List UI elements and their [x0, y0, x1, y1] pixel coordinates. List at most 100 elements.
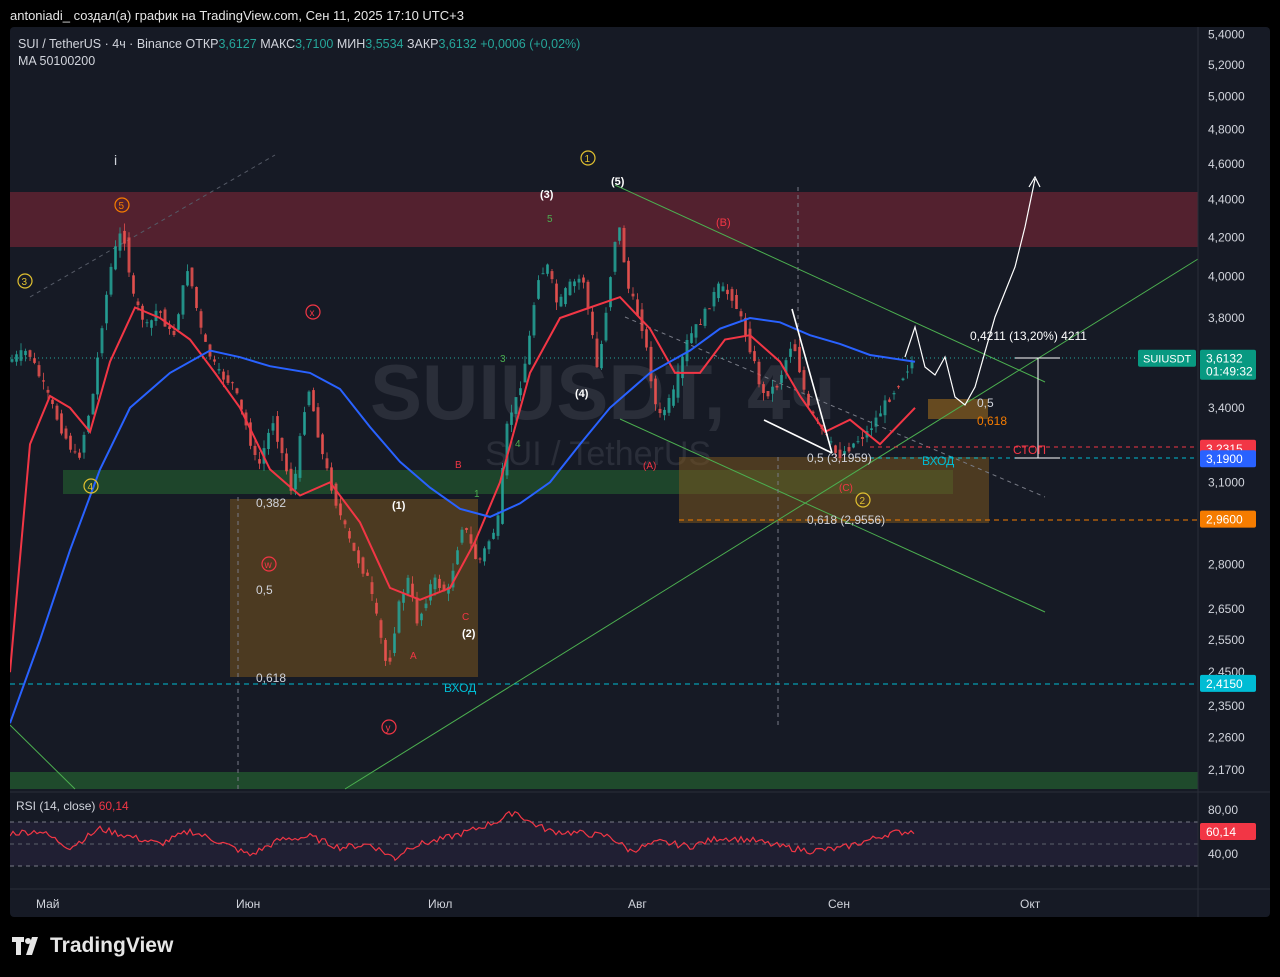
candle-body — [861, 437, 864, 439]
legend-change: +0,0006 (+0,02%) — [480, 37, 581, 51]
label-i: i — [114, 152, 117, 168]
price-axis[interactable]: 5,4000 5,2000 5,0000 4,8000 4,6000 4,4000 4,20… — [1208, 27, 1245, 777]
candle-body — [586, 281, 590, 309]
candle-body — [199, 311, 203, 328]
candle-body — [780, 375, 783, 383]
candle-body — [474, 544, 477, 559]
price-tick: 2,8000 — [1208, 558, 1245, 572]
candle-body — [460, 529, 464, 543]
legend-low: 3,5534 — [365, 37, 404, 51]
candle-body — [883, 400, 887, 416]
candle-body — [672, 389, 675, 406]
candle-body — [609, 277, 612, 308]
candle-body — [37, 365, 41, 377]
price-chart[interactable]: SUIUSDT, 4ч SUI / TetherUS i 1 5 3 4 x w… — [10, 27, 1270, 917]
legend-low-label: МИН — [336, 37, 366, 51]
price-tick: 5,4000 — [1208, 27, 1245, 41]
price-tick: 4,4000 — [1208, 193, 1245, 207]
candle-body — [703, 308, 707, 326]
price-badge-text: 3,1900 — [1206, 452, 1243, 466]
candle-body — [78, 452, 81, 458]
candle-body — [478, 558, 482, 560]
candle-body — [798, 346, 801, 373]
candle-body — [190, 267, 194, 287]
label-w3: (3) — [540, 189, 554, 201]
price-badge-text: 3,6132 — [1206, 352, 1243, 366]
legend-open-label: ОТКР — [185, 37, 219, 51]
fib-0382: 0,382 — [256, 496, 286, 510]
candle-body — [469, 534, 473, 544]
time-tick: Июн — [236, 897, 260, 911]
price-tick: 2,5500 — [1208, 633, 1245, 647]
price-tick: 4,2000 — [1208, 230, 1245, 244]
candle-body — [393, 633, 396, 653]
label-w1: (1) — [392, 500, 406, 512]
candle-body — [771, 386, 774, 394]
candle-body — [712, 292, 716, 307]
label-g1: 1 — [474, 489, 480, 500]
candle-body — [379, 620, 383, 638]
candle-body — [105, 294, 108, 324]
candle-body — [681, 356, 684, 379]
candle-body — [663, 409, 666, 416]
candle-body — [235, 388, 239, 394]
candle-body — [55, 405, 59, 420]
candle-body — [735, 295, 738, 309]
candle-body — [807, 393, 810, 406]
label-w4: (4) — [575, 388, 589, 400]
candle-body — [217, 369, 221, 371]
rsi-badge-text: 60,14 — [1206, 825, 1236, 839]
label-b: B — [455, 460, 462, 471]
rsi-legend[interactable]: RSI (14, close) 60,14 — [16, 799, 129, 813]
price-tick: 2,6500 — [1208, 602, 1245, 616]
small-fib-0618: 0,618 — [977, 414, 1007, 428]
candle-body — [658, 408, 662, 413]
chart-frame[interactable]: SUIUSDT, 4ч SUI / TetherUS i 1 5 3 4 x w… — [10, 27, 1270, 917]
candle-body — [294, 473, 297, 490]
candle-body — [676, 371, 680, 398]
candle-body — [163, 309, 167, 327]
candle-body — [645, 329, 648, 348]
price-tick: 3,4000 — [1208, 401, 1245, 415]
candle-body — [60, 413, 63, 434]
label-A-paren: (A) — [643, 461, 656, 472]
stop-label: СТОП — [1013, 443, 1046, 457]
candle-body — [375, 602, 378, 614]
time-axis[interactable]: Май Июн Июл Авг Сен Окт — [36, 897, 1041, 911]
label-g5: 5 — [547, 214, 553, 225]
label-w: w — [264, 560, 273, 571]
candle-body — [748, 328, 752, 353]
rsi-tick-80: 80,00 — [1208, 803, 1238, 817]
candle-body — [555, 283, 558, 303]
label-3: 3 — [22, 277, 28, 288]
legend-high-label: МАКС — [260, 37, 296, 51]
candle-body — [852, 443, 855, 448]
candle-body — [222, 371, 225, 380]
candle-body — [195, 287, 198, 308]
candle-body — [573, 281, 576, 287]
candle-body — [879, 413, 882, 417]
price-tick: 4,8000 — [1208, 123, 1245, 137]
candle-body — [595, 338, 599, 368]
symbol-badge-text: SUIUSDT — [1143, 354, 1192, 366]
label-1: 1 — [585, 154, 591, 165]
candle-body — [424, 603, 428, 609]
candle-body — [775, 385, 779, 388]
candle-body — [325, 458, 329, 469]
candle-body — [15, 354, 18, 362]
candle-body — [789, 348, 792, 357]
legend-open: 3,6127 — [218, 37, 257, 51]
candle-body — [532, 305, 536, 336]
tradingview-logo[interactable]: TradingView — [12, 934, 173, 958]
candle-body — [28, 350, 32, 357]
candle-body — [438, 578, 441, 588]
candle-body — [604, 312, 608, 341]
candle-body — [870, 428, 873, 430]
candle-body — [568, 281, 572, 296]
candle-body — [51, 399, 54, 404]
candle-body — [73, 451, 77, 453]
candle-body — [420, 613, 423, 621]
ma-legend[interactable]: MA 50100200 — [18, 54, 95, 68]
candle-body — [892, 393, 896, 395]
candle-body — [226, 375, 230, 383]
